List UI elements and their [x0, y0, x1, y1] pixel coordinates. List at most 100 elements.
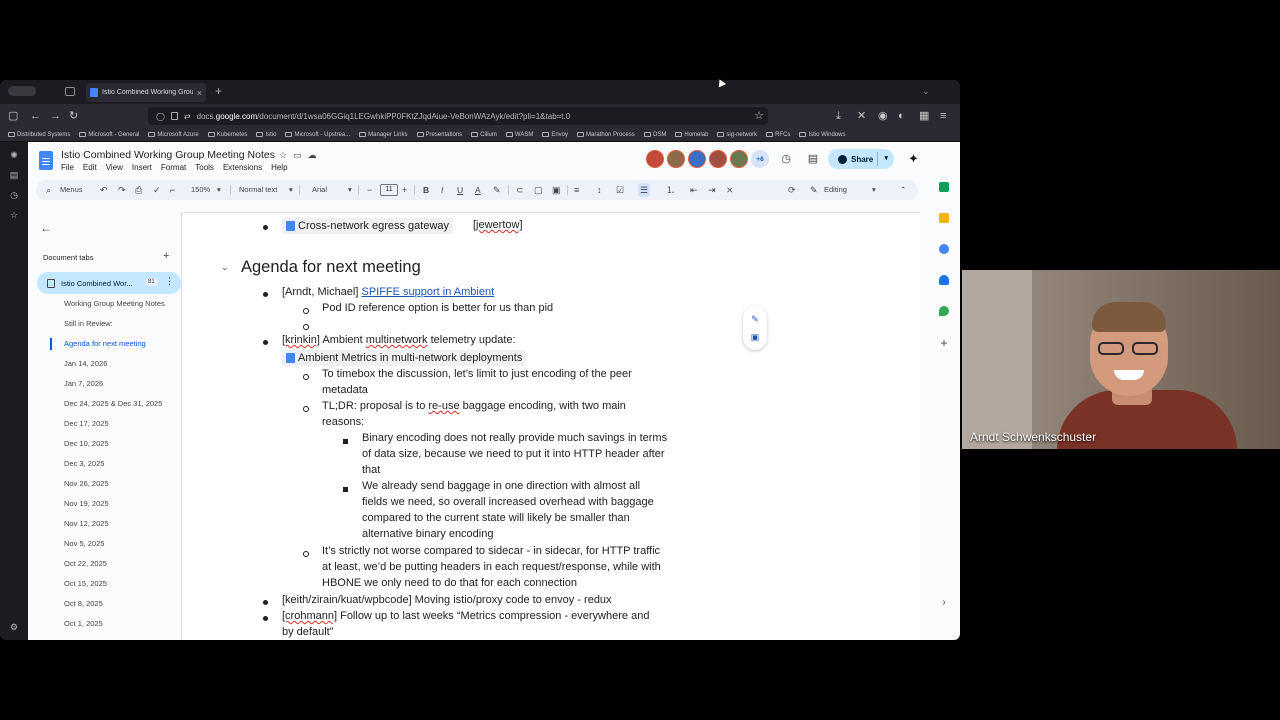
bookmark-item[interactable]: Presentations — [416, 132, 462, 138]
chevron-down-icon[interactable]: ▾ — [289, 180, 293, 200]
outline-item[interactable]: Nov 19, 2025 — [64, 499, 109, 508]
outline-item[interactable]: Oct 15, 2025 — [64, 579, 107, 588]
outline-item[interactable]: Nov 12, 2025 — [64, 519, 109, 528]
zoom-select[interactable]: 150% — [191, 180, 210, 200]
highlight-icon[interactable]: ✎ — [493, 180, 501, 200]
avatar[interactable] — [646, 150, 664, 168]
tasks-icon[interactable] — [939, 244, 949, 254]
menu-edit[interactable]: Edit — [83, 163, 97, 172]
version-history-icon[interactable]: ◷ — [779, 152, 793, 166]
search-icon[interactable]: ⌕ — [46, 180, 51, 200]
menu-format[interactable]: Format — [161, 163, 186, 172]
reload-icon[interactable]: ↻ — [69, 109, 78, 123]
docs-logo-icon[interactable] — [39, 151, 53, 170]
synced-tabs-icon[interactable]: ▤ — [9, 170, 19, 180]
redo-icon[interactable]: ↷ — [118, 180, 126, 200]
font-size-input[interactable]: 11 — [380, 184, 398, 196]
align-icon[interactable]: ≡ — [574, 180, 579, 200]
chevron-down-icon[interactable]: ▾ — [884, 154, 888, 162]
bookmark-item[interactable]: sig-network — [717, 132, 757, 138]
bookmark-item[interactable]: Microsoft - Upstrea... — [285, 132, 350, 138]
collapse-toolbar-icon[interactable]: ⌃ — [900, 180, 906, 200]
outline-item[interactable]: Oct 8, 2025 — [64, 599, 103, 608]
outline-item[interactable]: Working Group Meeting Notes — [64, 299, 165, 308]
document-title[interactable]: Istio Combined Working Group Meeting Not… — [61, 149, 275, 161]
grid-icon[interactable]: ▦ — [919, 109, 929, 123]
outline-item[interactable]: Dec 3, 2025 — [64, 459, 104, 468]
outline-item[interactable]: Dec 10, 2025 — [64, 439, 109, 448]
close-tab-icon[interactable]: × — [197, 88, 202, 98]
share-button[interactable]: Share ▾ — [828, 149, 894, 169]
bookmark-item[interactable]: Envoy — [542, 132, 568, 138]
smart-chip-doc-link[interactable]: Ambient Metrics in multi-network deploym… — [282, 350, 527, 366]
undo-icon[interactable]: ↶ — [100, 180, 108, 200]
font-select[interactable]: Arial — [312, 180, 327, 200]
contacts-icon[interactable] — [939, 275, 949, 285]
outline-item[interactable]: Agenda for next meeting — [64, 339, 146, 348]
insert-image-icon[interactable]: ▣ — [552, 180, 561, 200]
search-menus[interactable]: Menus — [60, 180, 83, 200]
back-icon[interactable]: ← — [30, 109, 41, 123]
active-document-tab[interactable]: Istio Combined Wor... 81 ⋮ — [37, 272, 181, 294]
mode-select[interactable]: Editing — [824, 180, 847, 200]
more-collaborators-badge[interactable]: +6 — [751, 150, 769, 168]
browser-tab[interactable]: Istio Combined Working Group I × — [86, 83, 206, 102]
add-addon-icon[interactable]: + — [939, 337, 949, 349]
line-spacing-icon[interactable]: ↕ — [597, 180, 602, 200]
decrease-font-icon[interactable]: − — [367, 180, 372, 200]
menu-icon[interactable]: ≡ — [940, 109, 946, 123]
edit-history-icon[interactable]: ⟳ — [788, 180, 796, 200]
outline-item[interactable]: Nov 5, 2025 — [64, 539, 104, 548]
forward-icon[interactable]: → — [50, 109, 61, 123]
paint-format-icon[interactable]: ⌐ — [170, 180, 175, 200]
bookmark-item[interactable]: OSM — [643, 132, 666, 138]
menu-help[interactable]: Help — [271, 163, 287, 172]
print-icon[interactable]: ⎙ — [135, 180, 142, 200]
sheets-icon[interactable] — [939, 182, 949, 192]
expand-side-panel-icon[interactable]: › — [939, 598, 949, 608]
clear-formatting-icon[interactable]: ⨯ — [726, 180, 734, 200]
edit-suggestion-icon[interactable]: ✎ — [750, 314, 760, 324]
outline-item[interactable]: Nov 26, 2025 — [64, 479, 109, 488]
address-bar[interactable]: ◯ ⇄ docs.google.com/document/d/1wsa06GGi… — [148, 107, 768, 125]
bookmark-item[interactable]: Manager Links — [359, 132, 408, 138]
kebab-menu-icon[interactable]: ⋮ — [165, 276, 174, 287]
outline-item[interactable]: Jan 14, 2026 — [64, 359, 107, 368]
bookmark-item[interactable]: Homelab — [675, 132, 708, 138]
avatar[interactable] — [709, 150, 727, 168]
gemini-sparkle-icon[interactable]: ✦ — [908, 151, 919, 167]
menu-tools[interactable]: Tools — [195, 163, 214, 172]
menu-insert[interactable]: Insert — [132, 163, 152, 172]
bookmark-item[interactable]: Marathon Process — [577, 132, 635, 138]
bookmark-item[interactable]: Distributed Systems — [8, 132, 70, 138]
bookmark-item[interactable]: WASM — [505, 132, 533, 138]
bookmark-star-icon[interactable]: ☆ — [754, 109, 764, 122]
pencil-icon[interactable]: ✎ — [810, 180, 818, 200]
bold-icon[interactable]: B — [423, 180, 429, 200]
bookmarks-star-icon[interactable]: ☆ — [9, 210, 19, 220]
outline-item[interactable]: Jan 7, 2026 — [64, 379, 103, 388]
add-image-comment-icon[interactable]: ▣ — [750, 332, 760, 342]
bookmark-item[interactable]: RFCs — [766, 132, 790, 138]
cloud-saved-icon[interactable]: ☁ — [308, 150, 317, 161]
outline-item[interactable]: Still in Review: — [64, 319, 113, 328]
menu-extensions[interactable]: Extensions — [223, 163, 262, 172]
chevron-down-icon[interactable]: ▾ — [348, 180, 352, 200]
bookmark-item[interactable]: Microsoft - General — [79, 132, 139, 138]
bookmark-item[interactable]: Cilium — [471, 132, 497, 138]
chevron-down-icon[interactable]: ▾ — [872, 180, 876, 200]
outline-item[interactable]: Oct 1, 2025 — [64, 619, 103, 628]
tab-overview-icon[interactable] — [65, 87, 75, 96]
italic-icon[interactable]: I — [441, 180, 443, 200]
menu-view[interactable]: View — [106, 163, 123, 172]
bookmark-item[interactable]: Istio Windows — [799, 132, 845, 138]
collapse-heading-chevron-icon[interactable]: ⌄ — [221, 262, 229, 273]
link-icon[interactable]: ⊂ — [516, 180, 524, 200]
ai-chat-icon[interactable]: ✺ — [9, 150, 19, 160]
chevron-down-icon[interactable]: ▾ — [217, 180, 221, 200]
avatar[interactable] — [730, 150, 748, 168]
back-arrow-icon[interactable]: ← — [40, 221, 52, 235]
smart-chip-doc-link[interactable]: Cross-network egress gateway — [282, 218, 454, 234]
comments-icon[interactable]: ▤ — [806, 152, 820, 166]
avatar[interactable] — [667, 150, 685, 168]
